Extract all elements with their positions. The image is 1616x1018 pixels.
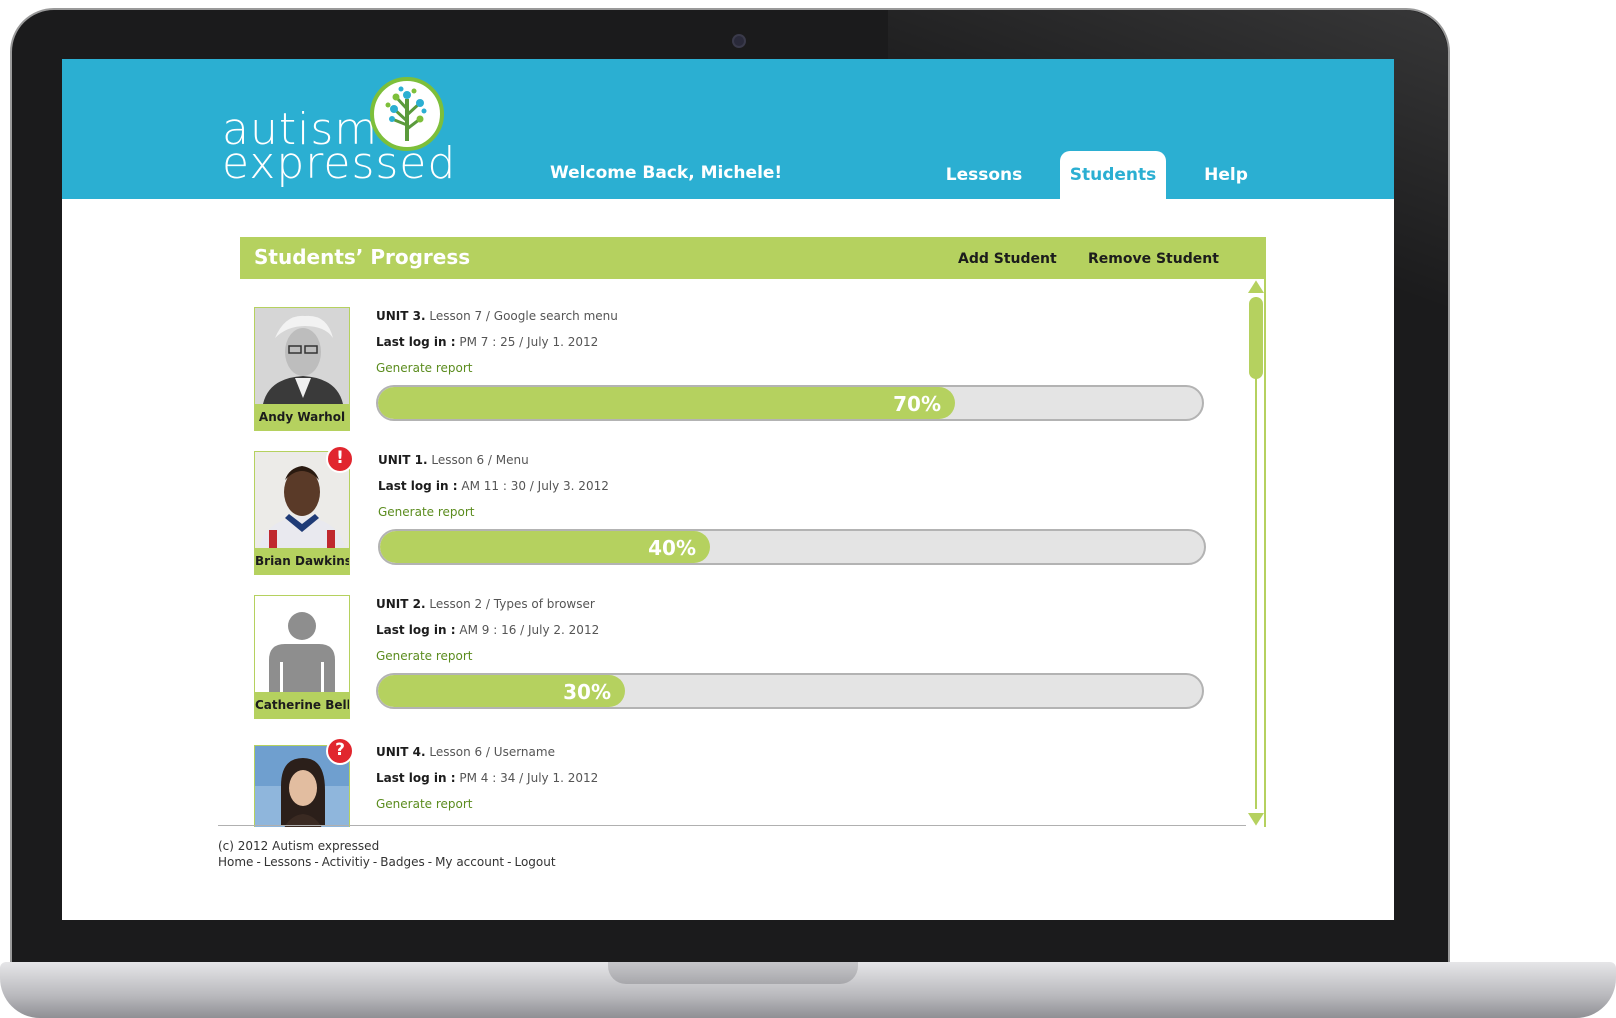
generate-report-link[interactable]: Generate report bbox=[376, 649, 473, 663]
site-header: autism expressed Welcome Back, Michele! … bbox=[62, 59, 1394, 199]
panel-title: Students’ Progress bbox=[254, 245, 471, 269]
lesson-label: Lesson 6 / Menu bbox=[431, 453, 529, 467]
avatar-placeholder-icon bbox=[255, 596, 349, 692]
unit-lesson: UNIT 1. Lesson 6 / Menu bbox=[378, 453, 529, 467]
unit-label: UNIT 2. bbox=[376, 597, 426, 611]
laptop-base bbox=[0, 962, 1616, 1018]
footer-link-logout[interactable]: Logout bbox=[514, 855, 555, 869]
last-login: Last log in : PM 4 : 34 / July 1. 2012 bbox=[376, 771, 598, 785]
unit-lesson: UNIT 3. Lesson 7 / Google search menu bbox=[376, 309, 618, 323]
tab-lessons[interactable]: Lessons bbox=[928, 151, 1040, 199]
logo-line-2: expressed bbox=[222, 138, 457, 189]
last-login-value: PM 7 : 25 / July 1. 2012 bbox=[459, 335, 599, 349]
last-login-value: AM 11 : 30 / July 3. 2012 bbox=[461, 479, 609, 493]
portrait-image bbox=[255, 308, 349, 404]
student-list: Andy Warhol UNIT 3. Lesson 7 / Google se… bbox=[240, 279, 1246, 827]
progress-label: 30% bbox=[563, 680, 611, 704]
last-login: Last log in : PM 7 : 25 / July 1. 2012 bbox=[376, 335, 598, 349]
student-row: Andy Warhol UNIT 3. Lesson 7 / Google se… bbox=[240, 279, 1246, 431]
students-progress-panel: Students’ Progress Add Student Remove St… bbox=[240, 237, 1266, 827]
tree-icon bbox=[370, 77, 444, 151]
last-login-value: AM 9 : 16 / July 2. 2012 bbox=[459, 623, 600, 637]
generate-report-link[interactable]: Generate report bbox=[376, 361, 473, 375]
generate-report-link[interactable]: Generate report bbox=[376, 797, 473, 811]
copyright: (c) 2012 Autism expressed bbox=[218, 839, 380, 853]
footer-links: Home - Lessons - Activitiy - Badges - My account… bbox=[218, 855, 556, 869]
scroll-thumb[interactable] bbox=[1249, 297, 1263, 379]
lesson-label: Lesson 2 / Types of browser bbox=[429, 597, 595, 611]
footer-link-activity[interactable]: Activitiy bbox=[322, 855, 370, 869]
webcam-icon bbox=[732, 34, 746, 48]
alert-badge-icon[interactable]: ! bbox=[326, 445, 354, 473]
scrollbar[interactable] bbox=[1248, 279, 1264, 827]
question-badge-icon[interactable]: ? bbox=[326, 737, 354, 765]
student-row: Catherine Bell UNIT 2. Lesson 2 / Types … bbox=[240, 567, 1246, 719]
generate-report-link[interactable]: Generate report bbox=[378, 505, 475, 519]
last-login-label: Last log in : bbox=[376, 335, 456, 349]
progress-bar: 40% bbox=[378, 529, 1206, 565]
tab-students[interactable]: Students bbox=[1060, 151, 1166, 199]
scroll-up-icon[interactable] bbox=[1248, 280, 1264, 293]
last-login-label: Last log in : bbox=[376, 623, 456, 637]
lesson-label: Lesson 7 / Google search menu bbox=[429, 309, 618, 323]
student-row: Brian Dawkins ! UNIT 1. Lesson 6 / Menu … bbox=[240, 423, 1246, 575]
footer-link-badges[interactable]: Badges bbox=[380, 855, 424, 869]
laptop-notch bbox=[608, 962, 858, 984]
last-login: Last log in : AM 9 : 16 / July 2. 2012 bbox=[376, 623, 599, 637]
welcome-message: Welcome Back, Michele! bbox=[550, 163, 783, 183]
footer-link-my-account[interactable]: My account bbox=[435, 855, 504, 869]
add-student-button[interactable]: Add Student bbox=[958, 251, 1057, 267]
student-photo[interactable]: Catherine Bell bbox=[254, 595, 350, 719]
last-login-label: Last log in : bbox=[378, 479, 458, 493]
footer-link-home[interactable]: Home bbox=[218, 855, 253, 869]
footer-separator: - bbox=[314, 855, 319, 869]
progress-label: 70% bbox=[893, 392, 941, 416]
unit-lesson: UNIT 2. Lesson 2 / Types of browser bbox=[376, 597, 595, 611]
footer-separator: - bbox=[372, 855, 378, 869]
logo[interactable]: autism expressed bbox=[222, 77, 455, 197]
unit-lesson: UNIT 4. Lesson 6 / Username bbox=[376, 745, 555, 759]
panel-header: Students’ Progress Add Student Remove St… bbox=[240, 237, 1266, 279]
screen: autism expressed Welcome Back, Michele! … bbox=[62, 59, 1394, 920]
progress-bar: 70% bbox=[376, 385, 1204, 421]
remove-student-button[interactable]: Remove Student bbox=[1088, 251, 1219, 267]
footer-link-lessons[interactable]: Lessons bbox=[264, 855, 312, 869]
lesson-label: Lesson 6 / Username bbox=[429, 745, 555, 759]
unit-label: UNIT 3. bbox=[376, 309, 426, 323]
footer-separator: - bbox=[507, 855, 512, 869]
footer-separator: - bbox=[427, 855, 433, 869]
student-row: ? UNIT 4. Lesson 6 / Username Last log i… bbox=[240, 715, 1246, 827]
footer-divider bbox=[218, 825, 1246, 826]
scroll-down-icon[interactable] bbox=[1248, 813, 1264, 826]
unit-label: UNIT 1. bbox=[378, 453, 428, 467]
last-login-value: PM 4 : 34 / July 1. 2012 bbox=[459, 771, 599, 785]
progress-label: 40% bbox=[648, 536, 696, 560]
tab-help[interactable]: Help bbox=[1176, 151, 1276, 199]
unit-label: UNIT 4. bbox=[376, 745, 426, 759]
progress-bar: 30% bbox=[376, 673, 1204, 709]
footer-separator: - bbox=[256, 855, 261, 869]
student-photo[interactable]: Andy Warhol bbox=[254, 307, 350, 431]
last-login: Last log in : AM 11 : 30 / July 3. 2012 bbox=[378, 479, 609, 493]
last-login-label: Last log in : bbox=[376, 771, 456, 785]
